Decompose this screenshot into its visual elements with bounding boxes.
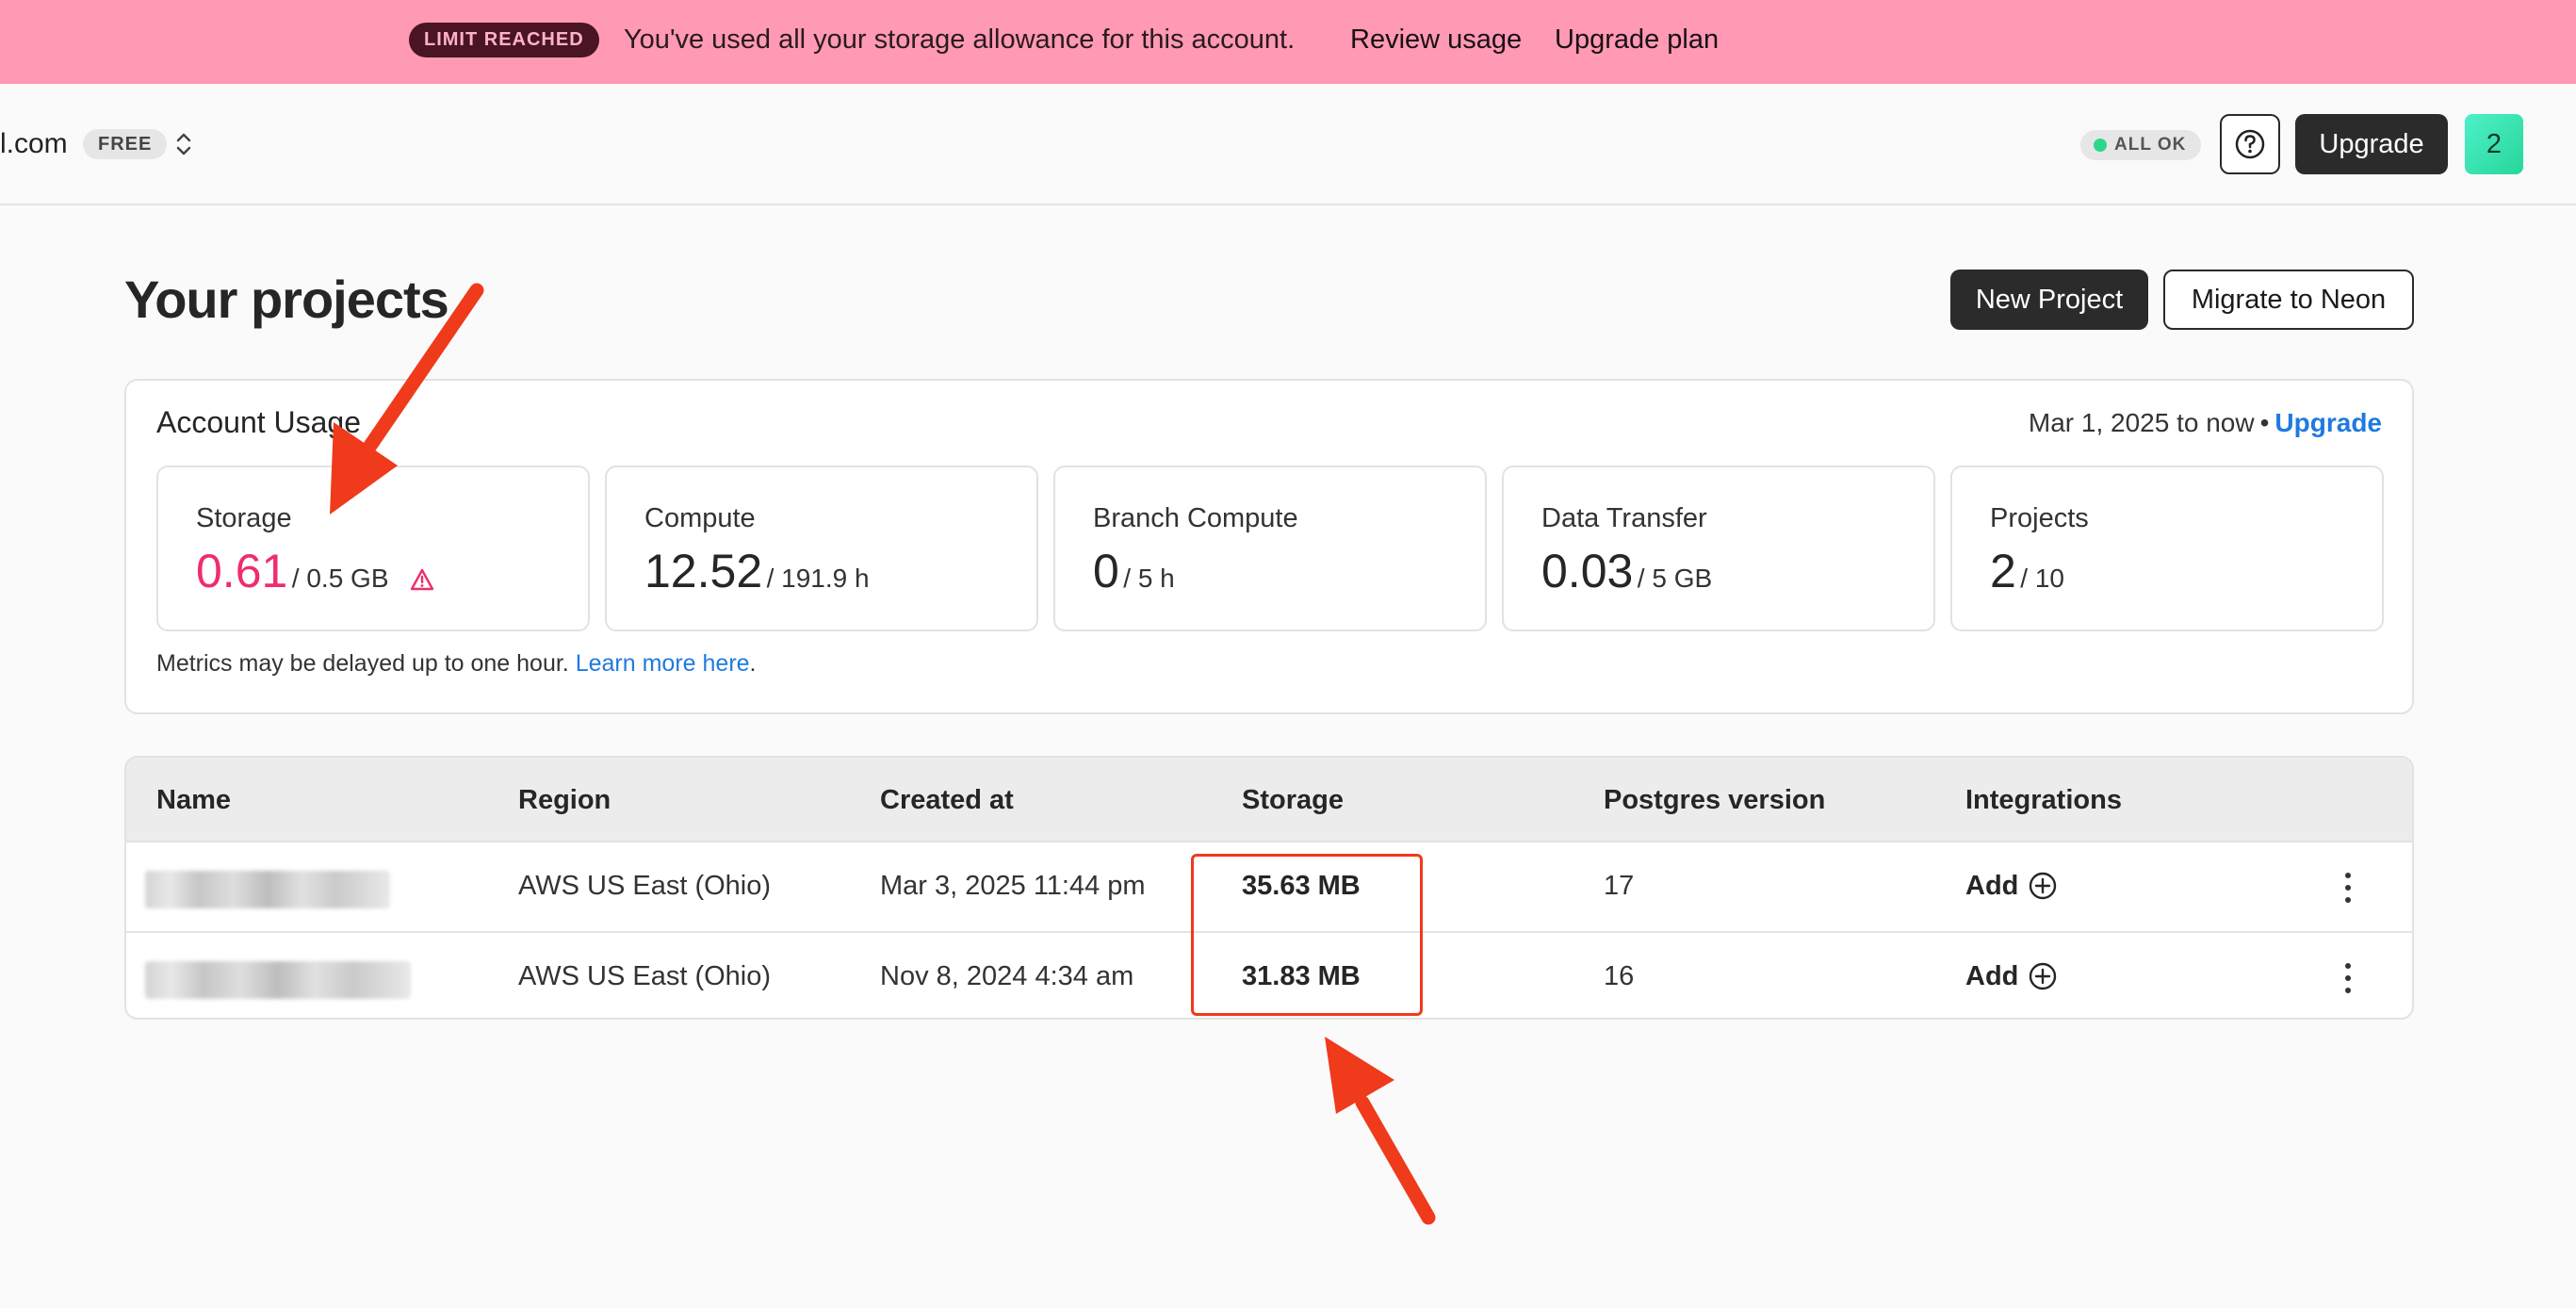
status-label: ALL OK: [2114, 135, 2187, 155]
metric-label: Data Transfer: [1541, 503, 1707, 533]
status-pill[interactable]: ALL OK: [2080, 130, 2202, 160]
add-label: Add: [1965, 871, 2019, 901]
storage-highlight-box: [1191, 854, 1423, 1016]
metric-projects: Projects 2 / 10: [1950, 466, 2384, 631]
add-integration-button[interactable]: Add: [1965, 867, 2058, 905]
metric-branch-compute: Branch Compute 0 / 5 h: [1053, 466, 1487, 631]
metric-value: 0.03 / 5 GB: [1541, 543, 1712, 612]
metric-label: Projects: [1990, 503, 2089, 533]
plus-circle-icon: [2030, 872, 2057, 900]
project-name-redacted[interactable]: [145, 871, 390, 908]
usage-upgrade-link[interactable]: Upgrade: [2274, 408, 2382, 437]
learn-more-link[interactable]: Learn more here: [576, 650, 750, 677]
metric-amount: 0.03: [1541, 545, 1634, 597]
usage-range-separator: •: [2259, 408, 2270, 437]
chevron-updown-icon[interactable]: [173, 127, 194, 161]
metric-limit: / 191.9 h: [766, 564, 870, 593]
top-header: l.com FREE ALL OK Upgrade 2: [0, 84, 2576, 205]
metric-value: 0 / 5 h: [1093, 543, 1175, 612]
column-header-postgres: Postgres version: [1604, 785, 1826, 815]
usage-note-text: Metrics may be delayed up to one hour.: [156, 650, 569, 677]
project-name-redacted[interactable]: [145, 961, 411, 999]
cell-postgres-version: 17: [1604, 871, 1635, 901]
org-name[interactable]: l.com: [0, 125, 68, 163]
banner-message: You've used all your storage allowance f…: [624, 25, 1296, 55]
metric-value: 2 / 10: [1990, 543, 2064, 612]
usage-note: Metrics may be delayed up to one hour. L…: [156, 646, 757, 680]
add-integration-button[interactable]: Add: [1965, 957, 2058, 995]
header-upgrade-button[interactable]: Upgrade: [2295, 114, 2448, 174]
metric-amount: 12.52: [644, 545, 763, 597]
metric-limit: / 5 GB: [1637, 564, 1713, 593]
row-menu-icon[interactable]: [2339, 959, 2357, 997]
cell-region: AWS US East (Ohio): [518, 871, 772, 901]
account-usage-card: Account Usage Mar 1, 2025 to now • Upgrade…: [124, 379, 2414, 714]
cell-created: Nov 8, 2024 4:34 am: [880, 961, 1134, 991]
row-menu-icon[interactable]: [2339, 869, 2357, 907]
migrate-to-neon-button[interactable]: Migrate to Neon: [2163, 270, 2414, 330]
usage-note-end: .: [749, 650, 757, 677]
metric-limit: / 10: [2020, 564, 2064, 593]
help-button[interactable]: [2220, 114, 2280, 174]
status-dot-icon: [2094, 139, 2107, 152]
usage-range: Mar 1, 2025 to now • Upgrade: [2029, 405, 2382, 441]
usage-title: Account Usage: [156, 405, 362, 439]
upgrade-plan-link[interactable]: Upgrade plan: [1555, 23, 1719, 57]
column-header-region: Region: [518, 785, 611, 815]
metric-label: Storage: [196, 503, 292, 533]
annotation-arrow-storage-column: [1325, 1037, 1436, 1225]
plan-badge: FREE: [83, 129, 168, 159]
help-icon: [2235, 129, 2265, 159]
column-header-storage: Storage: [1242, 785, 1344, 815]
metric-value: 0.61 / 0.5 GB: [196, 543, 434, 612]
metric-value: 12.52 / 191.9 h: [644, 543, 870, 612]
new-project-button[interactable]: New Project: [1950, 270, 2148, 330]
column-header-name: Name: [156, 785, 231, 815]
plus-circle-icon: [2030, 962, 2057, 990]
metric-amount: 0.61: [196, 545, 288, 597]
metric-storage: Storage 0.61 / 0.5 GB: [156, 466, 590, 631]
limit-banner: LIMIT REACHED You've used all your stora…: [0, 0, 2576, 84]
page-title: Your projects: [124, 270, 449, 329]
metric-limit: / 0.5 GB: [291, 564, 389, 593]
column-header-integrations: Integrations: [1965, 785, 2122, 815]
metric-amount: 2: [1990, 545, 2016, 597]
table-header: Name Region Created at Storage Postgres …: [126, 758, 2412, 842]
metric-compute: Compute 12.52 / 191.9 h: [605, 466, 1038, 631]
usage-range-text: Mar 1, 2025 to now: [2028, 408, 2255, 437]
metric-label: Branch Compute: [1093, 503, 1298, 533]
add-label: Add: [1965, 961, 2019, 991]
metric-label: Compute: [644, 503, 756, 533]
warning-icon: [410, 568, 434, 590]
metric-amount: 0: [1093, 545, 1119, 597]
metric-limit: / 5 h: [1123, 564, 1175, 593]
metric-data-transfer: Data Transfer 0.03 / 5 GB: [1502, 466, 1935, 631]
cell-created: Mar 3, 2025 11:44 pm: [880, 871, 1146, 901]
cell-region: AWS US East (Ohio): [518, 961, 772, 991]
avatar[interactable]: 2: [2465, 114, 2523, 174]
column-header-created: Created at: [880, 785, 1014, 815]
review-usage-link[interactable]: Review usage: [1350, 23, 1522, 57]
cell-postgres-version: 16: [1604, 961, 1635, 991]
limit-reached-badge: LIMIT REACHED: [409, 23, 599, 57]
